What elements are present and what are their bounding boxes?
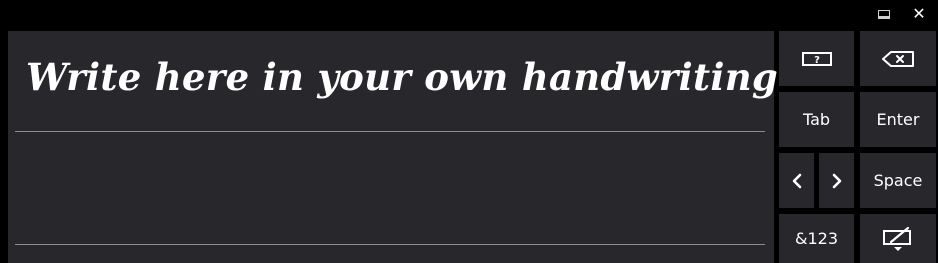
enter-key[interactable]: Enter bbox=[860, 92, 936, 147]
minimize-icon bbox=[878, 9, 890, 19]
handwriting-hint: Write here in your own handwriting bbox=[26, 55, 779, 99]
writing-guide-line bbox=[15, 131, 765, 132]
close-icon: ✕ bbox=[912, 4, 926, 23]
chevron-left-icon bbox=[792, 173, 801, 188]
help-button[interactable]: ? bbox=[779, 31, 854, 86]
keyboard-switch-icon bbox=[883, 226, 911, 251]
minimize-button[interactable] bbox=[873, 6, 895, 22]
right-arrow-key[interactable] bbox=[819, 153, 854, 208]
keyboard-switch-button[interactable] bbox=[860, 214, 936, 263]
close-button[interactable]: ✕ bbox=[908, 6, 930, 22]
handwriting-pad[interactable]: Write here in your own handwriting bbox=[8, 31, 778, 263]
writing-guide-line bbox=[15, 244, 765, 245]
svg-text:?: ? bbox=[814, 55, 820, 66]
title-bar: ✕ bbox=[0, 0, 938, 30]
backspace-icon bbox=[882, 50, 914, 67]
backspace-button[interactable] bbox=[860, 31, 936, 86]
left-arrow-key[interactable] bbox=[779, 153, 814, 208]
symbols-key[interactable]: &123 bbox=[779, 214, 854, 263]
space-key[interactable]: Space bbox=[860, 153, 936, 208]
chevron-right-icon bbox=[832, 173, 841, 188]
tab-key[interactable]: Tab bbox=[779, 92, 854, 147]
help-icon: ? bbox=[801, 51, 832, 66]
